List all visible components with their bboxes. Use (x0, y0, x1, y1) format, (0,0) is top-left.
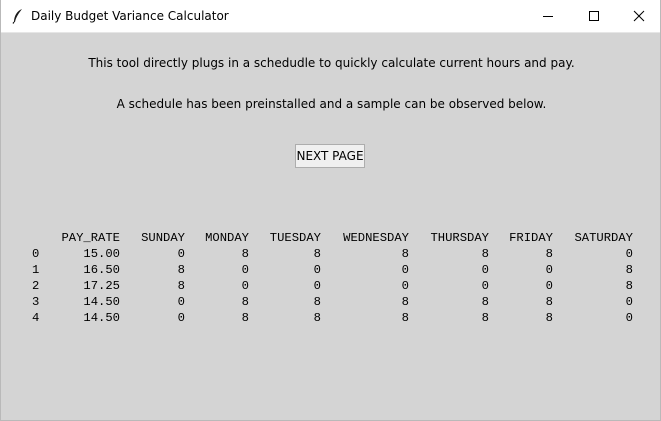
close-icon (633, 7, 645, 26)
cell-pay-rate: 14.50 (83, 311, 120, 325)
cell-sunday: 8 (177, 263, 185, 277)
intro-text-line-2: A schedule has been preinstalled and a s… (116, 97, 547, 111)
cell-monday: 0 (241, 263, 249, 277)
cell-pay-rate: 16.50 (83, 263, 120, 277)
feather-icon (11, 8, 25, 24)
cell-wednesday: 8 (401, 295, 409, 309)
table-row: 3 14.50 0 8 8 8 8 8 0 (1, 295, 661, 311)
cell-thursday: 8 (481, 295, 489, 309)
cell-wednesday: 0 (401, 263, 409, 277)
cell-pay-rate: 17.25 (83, 279, 120, 293)
maximize-icon (588, 7, 600, 26)
cell-tuesday: 8 (313, 295, 321, 309)
cell-wednesday: 0 (401, 279, 409, 293)
row-index: 2 (32, 279, 40, 293)
row-index: 3 (32, 295, 40, 309)
cell-tuesday: 8 (313, 247, 321, 261)
cell-monday: 0 (241, 279, 249, 293)
column-header-saturday: SATURDAY (574, 231, 633, 245)
cell-tuesday: 8 (313, 311, 321, 325)
table-row: 0 15.00 0 8 8 8 8 8 0 (1, 247, 661, 263)
cell-sunday: 8 (177, 279, 185, 293)
column-header-monday: MONDAY (205, 231, 249, 245)
column-header-tuesday: TUESDAY (269, 231, 321, 245)
column-header-pay-rate: PAY_RATE (61, 231, 120, 245)
next-page-button[interactable]: NEXT PAGE (295, 144, 365, 168)
schedule-table: PAY_RATE SUNDAY MONDAY TUESDAY WEDNESDAY… (1, 231, 661, 327)
cell-friday: 8 (545, 247, 553, 261)
table-row: 1 16.50 8 0 0 0 0 0 8 (1, 263, 661, 279)
cell-sunday: 0 (177, 247, 185, 261)
cell-wednesday: 8 (401, 311, 409, 325)
cell-sunday: 0 (177, 295, 185, 309)
cell-saturday: 8 (625, 279, 633, 293)
maximize-button[interactable] (571, 0, 617, 32)
cell-saturday: 8 (625, 263, 633, 277)
cell-friday: 0 (545, 279, 553, 293)
column-header-thursday: THURSDAY (430, 231, 489, 245)
cell-monday: 8 (241, 311, 249, 325)
column-header-friday: FRIDAY (509, 231, 553, 245)
app-window: Daily Budget Variance Calculator This to… (0, 0, 661, 421)
cell-sunday: 0 (177, 311, 185, 325)
intro-text-line-1: This tool directly plugs in a schedudle … (88, 56, 575, 70)
cell-friday: 0 (545, 263, 553, 277)
cell-thursday: 0 (481, 279, 489, 293)
column-header-wednesday: WEDNESDAY (343, 231, 409, 245)
cell-saturday: 0 (625, 311, 633, 325)
minimize-icon (542, 7, 554, 26)
title-bar[interactable]: Daily Budget Variance Calculator (1, 0, 660, 33)
column-header-sunday: SUNDAY (141, 231, 185, 245)
row-index: 4 (32, 311, 40, 325)
cell-friday: 8 (545, 295, 553, 309)
row-index: 1 (32, 263, 40, 277)
cell-pay-rate: 14.50 (83, 295, 120, 309)
cell-saturday: 0 (625, 247, 633, 261)
cell-thursday: 0 (481, 263, 489, 277)
close-button[interactable] (616, 0, 661, 32)
row-index: 0 (32, 247, 40, 261)
window-title: Daily Budget Variance Calculator (31, 9, 229, 23)
cell-monday: 8 (241, 247, 249, 261)
cell-thursday: 8 (481, 247, 489, 261)
cell-thursday: 8 (481, 311, 489, 325)
cell-monday: 8 (241, 295, 249, 309)
cell-friday: 8 (545, 311, 553, 325)
table-row: 4 14.50 0 8 8 8 8 8 0 (1, 311, 661, 327)
table-row: 2 17.25 8 0 0 0 0 0 8 (1, 279, 661, 295)
cell-tuesday: 0 (313, 263, 321, 277)
cell-pay-rate: 15.00 (83, 247, 120, 261)
table-header-row: PAY_RATE SUNDAY MONDAY TUESDAY WEDNESDAY… (1, 231, 661, 247)
cell-tuesday: 0 (313, 279, 321, 293)
cell-wednesday: 8 (401, 247, 409, 261)
cell-saturday: 0 (625, 295, 633, 309)
minimize-button[interactable] (525, 0, 571, 32)
